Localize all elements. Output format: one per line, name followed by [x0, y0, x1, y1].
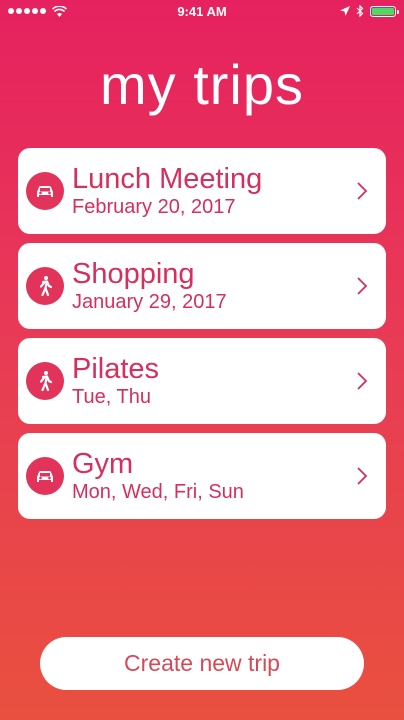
trip-card[interactable]: Lunch Meeting February 20, 2017	[18, 148, 386, 234]
chevron-right-icon	[357, 372, 368, 390]
trip-card[interactable]: Pilates Tue, Thu	[18, 338, 386, 424]
status-bar: 9:41 AM	[0, 0, 404, 22]
walking-person-icon	[26, 267, 64, 305]
create-new-trip-button[interactable]: Create new trip	[40, 637, 364, 690]
chevron-right-icon	[357, 182, 368, 200]
status-right	[340, 5, 399, 17]
car-icon	[26, 457, 64, 495]
trip-card[interactable]: Gym Mon, Wed, Fri, Sun	[18, 433, 386, 519]
trip-card[interactable]: Shopping January 29, 2017	[18, 243, 386, 329]
trip-schedule: Tue, Thu	[72, 386, 151, 408]
chevron-right-icon	[357, 277, 368, 295]
trip-name: Gym	[72, 448, 134, 480]
bluetooth-icon	[356, 5, 364, 17]
page-title: my trips	[100, 53, 304, 116]
trip-schedule: Mon, Wed, Fri, Sun	[72, 481, 244, 503]
trip-date: February 20, 2017	[72, 196, 236, 218]
wifi-icon	[52, 5, 67, 17]
location-arrow-icon	[340, 6, 350, 16]
walking-person-icon	[26, 362, 64, 400]
signal-strength-icon	[8, 8, 46, 14]
battery-icon	[370, 5, 399, 17]
trip-name: Pilates	[72, 353, 160, 385]
car-icon	[26, 172, 64, 210]
trip-date: January 29, 2017	[72, 291, 227, 313]
chevron-right-icon	[357, 467, 368, 485]
trip-name: Shopping	[72, 258, 195, 290]
trip-list: Lunch Meeting February 20, 2017 Shopping…	[18, 148, 386, 528]
status-left	[8, 5, 67, 17]
trip-name: Lunch Meeting	[72, 163, 263, 195]
